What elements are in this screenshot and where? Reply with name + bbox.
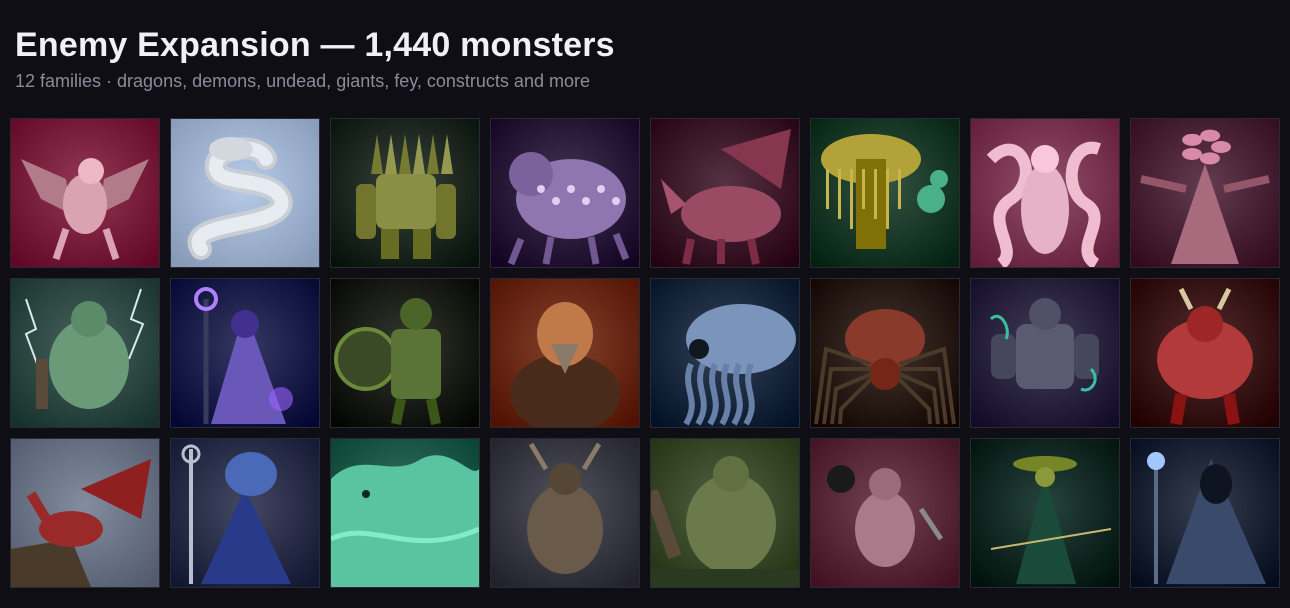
monster-tile[interactable] xyxy=(10,118,160,268)
monster-tile[interactable] xyxy=(170,438,320,588)
monster-tile[interactable] xyxy=(970,118,1120,268)
eldritch-horror-icon xyxy=(491,119,639,267)
monster-tile[interactable] xyxy=(1130,118,1280,268)
ancient-elder-icon xyxy=(491,279,639,427)
winged-gargoyle-icon xyxy=(11,119,159,267)
monster-tile[interactable] xyxy=(10,278,160,428)
monster-tile[interactable] xyxy=(810,118,960,268)
swamp-ogre-icon xyxy=(651,439,799,587)
monster-tile[interactable] xyxy=(490,278,640,428)
page-title: Enemy Expansion — 1,440 monsters xyxy=(15,26,615,64)
goblin-bomber-icon xyxy=(811,439,959,587)
red-demon-icon xyxy=(1131,279,1279,427)
header: Enemy Expansion — 1,440 monsters 12 fami… xyxy=(15,24,615,92)
hooded-wraith-icon xyxy=(1131,439,1279,587)
giant-spider-icon xyxy=(811,279,959,427)
monster-tile[interactable] xyxy=(170,118,320,268)
monster-tile[interactable] xyxy=(490,438,640,588)
monster-tile[interactable] xyxy=(650,118,800,268)
armored-knight-icon xyxy=(971,279,1119,427)
crimson-dragon-icon xyxy=(651,119,799,267)
page-subtitle: 12 families · dragons, demons, undead, g… xyxy=(15,71,590,91)
monster-tile[interactable] xyxy=(330,278,480,428)
monster-tile[interactable] xyxy=(970,438,1120,588)
monster-tile[interactable] xyxy=(330,438,480,588)
cliff-dragon-icon xyxy=(11,439,159,587)
orc-warrior-icon xyxy=(331,279,479,427)
monster-tile[interactable] xyxy=(810,438,960,588)
pink-spirit-icon xyxy=(971,119,1119,267)
horned-beast-icon xyxy=(491,439,639,587)
green-ranger-icon xyxy=(971,439,1119,587)
monster-tile[interactable] xyxy=(170,278,320,428)
storm-troll-icon xyxy=(11,279,159,427)
crystal-golem-icon xyxy=(331,119,479,267)
deep-kraken-icon xyxy=(651,279,799,427)
monster-tile[interactable] xyxy=(1130,438,1280,588)
monster-tile[interactable] xyxy=(650,278,800,428)
serpent-icon xyxy=(171,119,319,267)
fish-priest-icon xyxy=(171,439,319,587)
monster-tile[interactable] xyxy=(810,278,960,428)
flower-treant-icon xyxy=(1131,119,1279,267)
monster-tile[interactable] xyxy=(650,438,800,588)
mushroom-creature-icon xyxy=(811,119,959,267)
water-elemental-icon xyxy=(331,439,479,587)
monster-grid xyxy=(10,118,1280,588)
monster-tile[interactable] xyxy=(970,278,1120,428)
monster-tile[interactable] xyxy=(330,118,480,268)
monster-tile[interactable] xyxy=(10,438,160,588)
dark-sorceress-icon xyxy=(171,279,319,427)
monster-tile[interactable] xyxy=(1130,278,1280,428)
monster-tile[interactable] xyxy=(490,118,640,268)
